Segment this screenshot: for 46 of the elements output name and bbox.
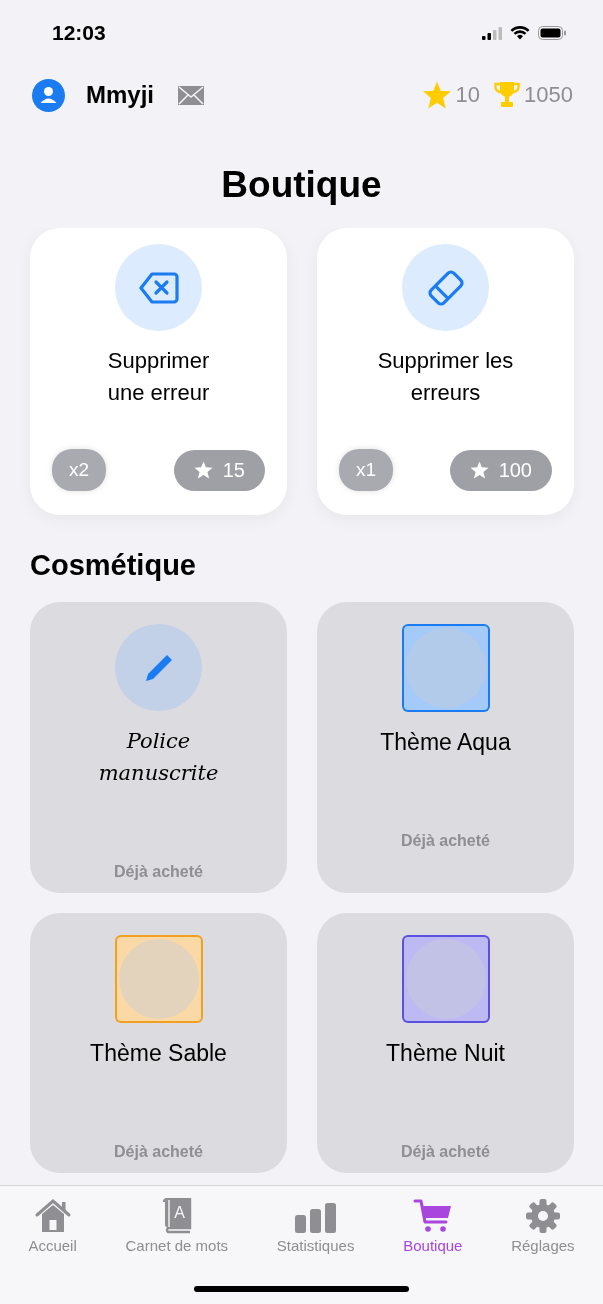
powerup-card[interactable]: Supprimer les erreurs x1 100 [317,228,574,515]
purchase-status: Déjà acheté [401,832,490,850]
powerup-title: Supprimer les erreurs [376,347,515,407]
star-icon [421,81,452,109]
powerup-title: Supprimer une erreur [106,347,211,407]
battery-icon [538,26,567,40]
purchase-status: Déjà acheté [114,1143,203,1161]
page-title: Boutique [220,163,383,207]
bar-chart-icon [293,1202,338,1234]
cart-icon [412,1198,453,1234]
settings-icon [524,1198,561,1234]
purchase-status: Déjà acheté [401,1143,490,1161]
cosmetic-title: Thème Aqua [379,728,512,757]
purchase-status: Déjà acheté [114,863,203,881]
house-icon [33,1198,72,1234]
status-time: 12:03 [52,21,106,45]
tab-item[interactable]: Boutique [403,1192,463,1254]
tab-item[interactable]: A Carnet de mots [125,1192,229,1254]
quantity-badge: x1 [339,449,394,491]
trophy-count: 1050 [524,82,573,108]
cosmetic-card[interactable]: Thème Nuit Déjà acheté [317,913,574,1173]
cosmetic-card[interactable]: Thème Sable Déjà acheté [30,913,287,1173]
delete-key-icon [138,270,179,305]
username: Mmyji [86,81,154,109]
star-count: 10 [455,82,481,108]
cosmetic-card[interactable]: Thème Aqua Déjà acheté [317,602,574,893]
signal-icon [482,26,502,40]
tab-item[interactable]: Accueil [28,1192,77,1254]
cosmetic-title: Thème Nuit [385,1039,506,1068]
quantity-badge: x2 [52,449,107,491]
price-button[interactable]: 100 [449,449,552,491]
tab-item[interactable]: Statistiques [276,1192,355,1254]
tab-item[interactable]: Réglages [511,1192,575,1254]
cosmetic-title: Police manuscrite [97,728,220,787]
cosmetic-card[interactable]: Police manuscrite Déjà acheté [30,602,287,893]
trophy-icon [494,81,521,109]
section-heading: Cosmétique [30,549,197,582]
price-button[interactable]: 15 [173,449,265,491]
star-icon [469,461,489,479]
avatar-icon[interactable] [32,78,65,112]
star-icon [193,461,213,479]
eraser-icon [425,267,466,308]
powerup-card[interactable]: Supprimer une erreur x2 15 [30,228,287,515]
cosmetic-title: Thème Sable [89,1039,228,1068]
wifi-icon [510,26,530,40]
mail-icon[interactable] [178,85,204,105]
